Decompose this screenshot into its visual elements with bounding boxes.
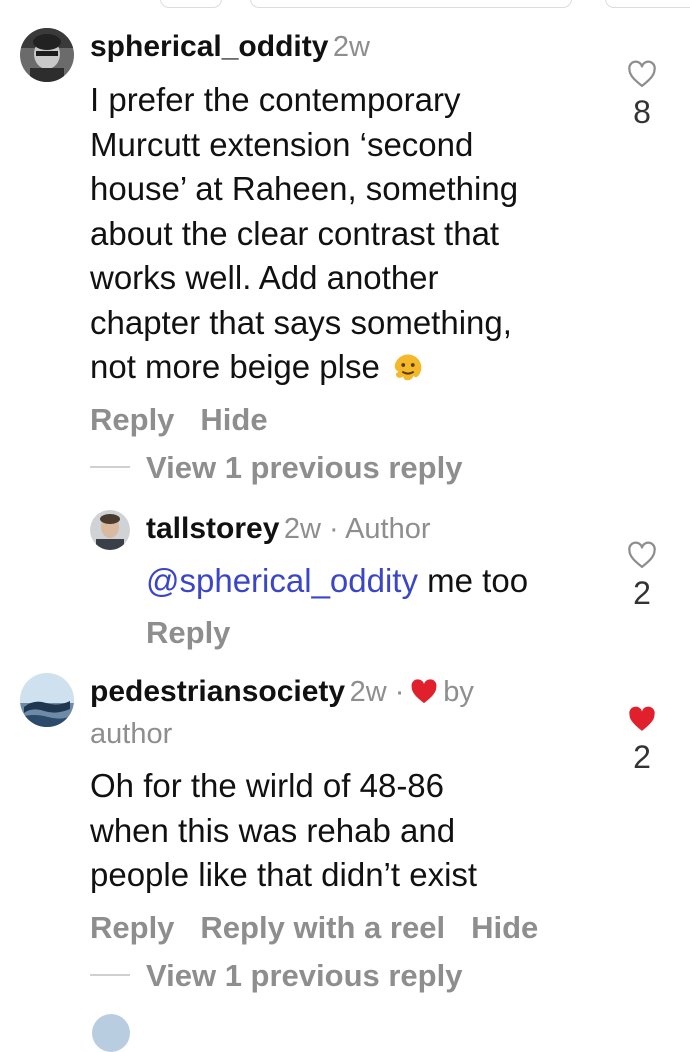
comment-actions: Reply Reply with a reel Hide bbox=[90, 910, 564, 946]
avatar[interactable] bbox=[20, 28, 74, 82]
comment-actions: Reply bbox=[146, 615, 256, 651]
top-chip-fragment bbox=[605, 0, 690, 8]
divider bbox=[90, 973, 130, 976]
reply-button[interactable]: Reply bbox=[90, 910, 174, 945]
divider bbox=[90, 465, 130, 468]
comment-body: Oh for the wirld of 48-86 when this was … bbox=[90, 764, 610, 904]
comment-line: I prefer the contemporary bbox=[90, 81, 461, 118]
view-replies-label: View 1 previous reply bbox=[146, 958, 463, 993]
reply-button[interactable]: Reply bbox=[146, 615, 230, 650]
avatar[interactable] bbox=[90, 510, 130, 550]
avatar[interactable] bbox=[92, 1014, 130, 1052]
mention-link[interactable]: @spherical_oddity bbox=[146, 562, 418, 599]
liked-by-label-line2: author bbox=[90, 718, 173, 750]
comment-line: people like that didn’t exist bbox=[90, 856, 478, 893]
comment-line-last: not more beige plse bbox=[90, 345, 427, 390]
heart-outline-icon[interactable] bbox=[627, 541, 657, 569]
comment-body: I prefer the contemporary Murcutt extens… bbox=[90, 78, 610, 398]
hide-button[interactable]: Hide bbox=[471, 910, 538, 945]
top-chip-fragment bbox=[160, 0, 222, 8]
comment-line: about the clear contrast that bbox=[90, 215, 500, 252]
comment-line: works well. Add another bbox=[90, 259, 439, 296]
liked-by-author-heart-icon bbox=[411, 679, 437, 704]
comment-line: Oh for the wirld of 48-86 bbox=[90, 767, 445, 804]
like-count: 2 bbox=[633, 575, 651, 611]
like-column: 8 bbox=[622, 60, 662, 131]
hide-button[interactable]: Hide bbox=[200, 402, 267, 437]
view-previous-replies-button[interactable]: View 1 previous reply bbox=[90, 958, 462, 994]
timestamp: 2w bbox=[332, 31, 370, 63]
comment-header: pedestriansociety 2w · by bbox=[90, 675, 474, 709]
view-replies-label: View 1 previous reply bbox=[146, 450, 463, 485]
timestamp-author: 2w · Author bbox=[283, 513, 431, 545]
comment-line: when this was rehab and bbox=[90, 812, 456, 849]
view-previous-replies-button[interactable]: View 1 previous reply bbox=[90, 450, 462, 486]
comment-line: chapter that says something, bbox=[90, 304, 512, 341]
reply-with-reel-button[interactable]: Reply with a reel bbox=[200, 910, 445, 945]
melting-face-emoji-icon bbox=[394, 354, 422, 381]
like-count: 8 bbox=[633, 94, 651, 130]
username[interactable]: spherical_oddity bbox=[90, 30, 328, 63]
timestamp: 2w · bbox=[349, 676, 405, 708]
comment-line: Murcutt extension ‘second bbox=[90, 126, 474, 163]
liked-by-label: by bbox=[443, 676, 474, 708]
username[interactable]: tallstorey bbox=[146, 512, 279, 545]
comment-body: @spherical_oddity me too bbox=[146, 559, 528, 604]
like-column: 2 bbox=[622, 541, 662, 612]
comment-line: house’ at Raheen, something bbox=[90, 170, 519, 207]
reply-button[interactable]: Reply bbox=[90, 402, 174, 437]
comment-header: tallstorey 2w · Author bbox=[146, 512, 431, 546]
comment-actions: Reply Hide bbox=[90, 402, 294, 438]
avatar[interactable] bbox=[20, 673, 74, 727]
comment-text: me too bbox=[427, 562, 529, 599]
like-column: 2 bbox=[622, 705, 662, 776]
heart-outline-icon[interactable] bbox=[627, 60, 657, 88]
comment-header: spherical_oddity 2w bbox=[90, 30, 370, 64]
username[interactable]: pedestriansociety bbox=[90, 675, 345, 708]
comment-line: not more beige plse bbox=[90, 348, 380, 385]
heart-filled-icon[interactable] bbox=[627, 705, 657, 733]
like-count: 2 bbox=[633, 739, 651, 775]
top-chip-fragment bbox=[250, 0, 572, 8]
